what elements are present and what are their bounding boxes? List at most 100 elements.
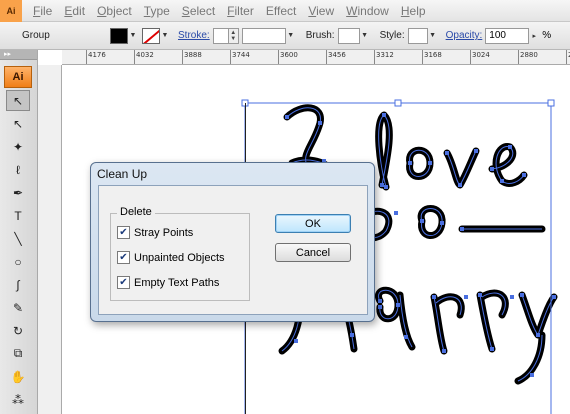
anchor-point[interactable] [500, 179, 504, 183]
letter-stroke[interactable] [443, 147, 480, 189]
anchor-point[interactable] [490, 167, 494, 171]
menu-view[interactable]: View [302, 4, 340, 18]
ruler-tick-label: 4176 [88, 51, 106, 59]
cancel-button[interactable]: Cancel [275, 243, 351, 262]
menu-object[interactable]: Object [91, 4, 138, 18]
stroke-weight-dropdown[interactable] [241, 27, 286, 44]
lasso-tool-icon[interactable]: ℓ [6, 159, 30, 180]
menu-effect[interactable]: Effect [260, 4, 302, 18]
anchor-point[interactable] [490, 347, 494, 351]
fill-dropdown-arrow-icon[interactable]: ▼ [128, 28, 138, 44]
anchor-point[interactable] [380, 183, 384, 187]
anchor-point[interactable] [384, 185, 388, 189]
anchor-point[interactable] [520, 293, 524, 297]
anchor-point[interactable] [478, 293, 482, 297]
empty-text-paths-checkbox[interactable]: ✔ [117, 276, 130, 289]
warp-tool-icon[interactable]: ✋ [6, 366, 30, 387]
type-tool-icon[interactable]: T [6, 205, 30, 226]
vertical-ruler[interactable] [38, 65, 62, 414]
anchor-point[interactable] [318, 121, 322, 125]
menu-edit[interactable]: Edit [58, 4, 91, 18]
stray-points-option[interactable]: ✔ Stray Points [117, 226, 193, 239]
stroke-weight-input[interactable] [212, 27, 229, 44]
toolbox-grip-icon[interactable]: ▸▸ [0, 50, 37, 60]
anchor-point[interactable] [428, 161, 432, 165]
anchor-point[interactable] [440, 221, 444, 225]
pen-tool-icon[interactable]: ✒ [6, 182, 30, 203]
fill-swatch[interactable] [110, 27, 128, 44]
anchor-point[interactable] [442, 349, 446, 353]
ok-button[interactable]: OK [275, 214, 351, 233]
ellipse-tool-icon[interactable]: ○ [6, 251, 30, 272]
brush-dropdown-arrow-icon[interactable]: ▼ [360, 28, 370, 44]
anchor-point[interactable] [394, 211, 398, 215]
anchor-point[interactable] [460, 227, 464, 231]
opacity-percent-label: % [542, 30, 552, 41]
stroke-dropdown-arrow-icon[interactable]: ▼ [160, 28, 170, 44]
anchor-point[interactable] [445, 151, 449, 155]
ruler-tick [422, 50, 423, 64]
menu-type[interactable]: Type [138, 4, 176, 18]
anchor-point[interactable] [530, 373, 534, 377]
anchor-point[interactable] [378, 299, 382, 303]
anchor-point[interactable] [536, 333, 540, 337]
menu-window[interactable]: Window [340, 4, 395, 18]
anchor-point[interactable] [464, 295, 468, 299]
stroke-swatch[interactable] [142, 27, 160, 44]
anchor-point[interactable] [285, 115, 289, 119]
anchor-point[interactable] [378, 305, 382, 309]
direct-selection-tool-icon[interactable]: ↖ [6, 113, 30, 134]
ruler-tick [182, 50, 183, 64]
stray-points-checkbox[interactable]: ✔ [117, 226, 130, 239]
bounding-box-handle[interactable] [394, 99, 402, 107]
anchor-point[interactable] [552, 295, 556, 299]
anchor-point[interactable] [522, 173, 526, 177]
line-tool-icon[interactable]: ╲ [6, 228, 30, 249]
anchor-point[interactable] [408, 161, 412, 165]
anchor-point[interactable] [474, 149, 478, 153]
menu-filter[interactable]: Filter [221, 4, 260, 18]
bounding-box-handle[interactable] [547, 99, 555, 107]
stroke-weight-dropdown-arrow-icon[interactable]: ▼ [286, 28, 296, 44]
anchor-point[interactable] [382, 113, 386, 117]
opacity-input[interactable]: 100 [485, 27, 530, 44]
magic-wand-tool-icon[interactable]: ✦ [6, 136, 30, 157]
stroke-weight-spinner-icon[interactable]: ▲ ▼ [228, 27, 239, 44]
anchor-point[interactable] [420, 219, 424, 223]
stroke-link[interactable]: Stroke: [178, 30, 210, 41]
letter-stroke[interactable] [476, 289, 509, 353]
anchor-point[interactable] [396, 303, 400, 307]
style-dropdown-arrow-icon[interactable]: ▼ [428, 28, 438, 44]
anchor-point[interactable] [510, 295, 514, 299]
unpainted-objects-option[interactable]: ✔ Unpainted Objects [117, 251, 225, 264]
anchor-point[interactable] [350, 333, 354, 337]
letter-stroke[interactable] [488, 143, 528, 187]
menu-select[interactable]: Select [176, 4, 221, 18]
opacity-dropdown-arrow-icon[interactable]: ▸ [529, 28, 539, 44]
style-selector[interactable] [407, 27, 428, 44]
opacity-link[interactable]: Opacity: [446, 30, 483, 41]
menu-help[interactable]: Help [395, 4, 432, 18]
ruler-tick [374, 50, 375, 64]
empty-text-paths-option[interactable]: ✔ Empty Text Paths [117, 276, 219, 289]
anchor-point[interactable] [404, 335, 408, 339]
anchor-point[interactable] [432, 295, 436, 299]
unpainted-objects-label[interactable]: Unpainted Objects [134, 252, 225, 264]
anchor-point[interactable] [508, 145, 512, 149]
paintbrush-tool-icon[interactable]: ∫ [6, 274, 30, 295]
scale-tool-icon[interactable]: ⧉ [6, 343, 30, 364]
horizontal-ruler[interactable]: 4176 4032 3888 3744 3600 3456 3312 3168 3024 2880… [62, 50, 570, 65]
empty-text-paths-label[interactable]: Empty Text Paths [134, 277, 219, 289]
rotate-tool-icon[interactable]: ↻ [6, 320, 30, 341]
brush-selector[interactable] [337, 27, 360, 44]
unpainted-objects-checkbox[interactable]: ✔ [117, 251, 130, 264]
pencil-tool-icon[interactable]: ✎ [6, 297, 30, 318]
selection-tool-icon[interactable]: ↖ [6, 90, 30, 111]
selection-type-label: Group [22, 30, 50, 41]
stray-points-label[interactable]: Stray Points [134, 227, 193, 239]
style-label: Style: [379, 30, 405, 41]
anchor-point[interactable] [458, 183, 462, 187]
menu-file[interactable]: File [27, 4, 58, 18]
symbol-sprayer-tool-icon[interactable]: ⁂ [6, 389, 30, 410]
anchor-point[interactable] [294, 339, 298, 343]
